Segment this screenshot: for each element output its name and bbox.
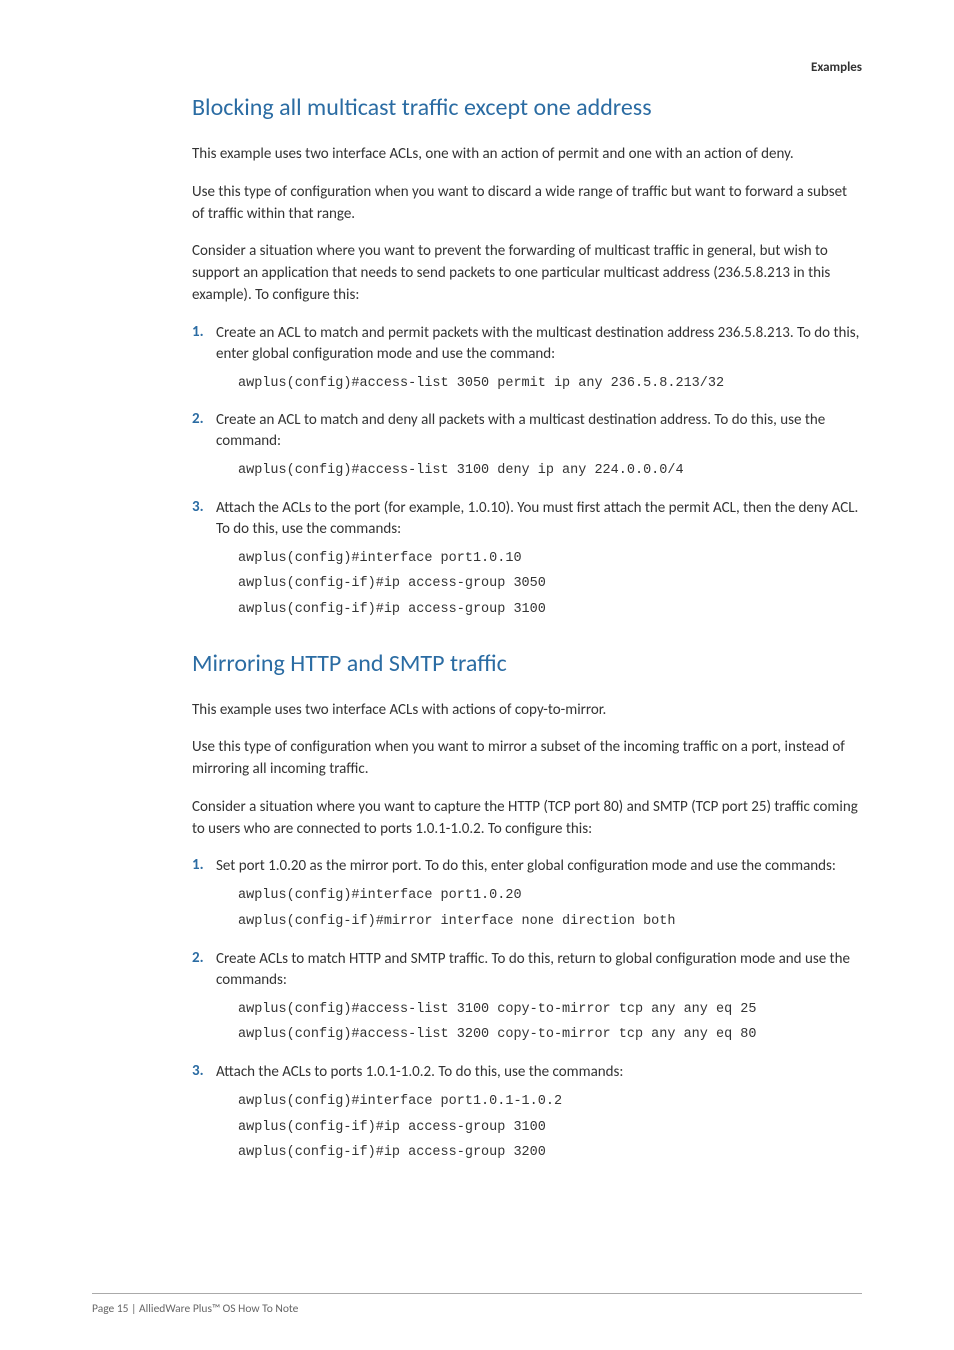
code-block: awplus(config)#interface port1.0.1-1.0.2… xyxy=(238,1089,862,1166)
step-1: 1. Set port 1.0.20 as the mirror port. T… xyxy=(192,856,862,877)
step-number: 1. xyxy=(192,856,216,877)
heading-blocking-multicast: Blocking all multicast traffic except on… xyxy=(192,93,862,122)
step-3: 3. Attach the ACLs to ports 1.0.1-1.0.2.… xyxy=(192,1062,862,1083)
step-text: Create an ACL to match and deny all pack… xyxy=(216,410,862,452)
step-number: 2. xyxy=(192,949,216,991)
step-2: 2. Create an ACL to match and deny all p… xyxy=(192,410,862,452)
para: Consider a situation where you want to c… xyxy=(192,797,862,841)
code-block: awplus(config)#interface port1.0.20 awpl… xyxy=(238,883,862,934)
step-text: Create ACLs to match HTTP and SMTP traff… xyxy=(216,949,862,991)
para: Use this type of configuration when you … xyxy=(192,182,862,226)
code-block: awplus(config)#access-list 3100 deny ip … xyxy=(238,458,862,484)
step-2: 2. Create ACLs to match HTTP and SMTP tr… xyxy=(192,949,862,991)
section-label: Examples xyxy=(192,60,862,75)
step-text: Attach the ACLs to the port (for example… xyxy=(216,498,862,540)
step-text: Attach the ACLs to ports 1.0.1-1.0.2. To… xyxy=(216,1062,862,1083)
code-block: awplus(config)#interface port1.0.10 awpl… xyxy=(238,546,862,623)
code-block: awplus(config)#access-list 3100 copy-to-… xyxy=(238,997,862,1048)
step-number: 2. xyxy=(192,410,216,452)
page-footer: Page 15 | AlliedWare Plus™ OS How To Not… xyxy=(92,1302,298,1316)
step-3: 3. Attach the ACLs to the port (for exam… xyxy=(192,498,862,540)
para: Use this type of configuration when you … xyxy=(192,737,862,781)
heading-mirroring-traffic: Mirroring HTTP and SMTP traffic xyxy=(192,649,862,678)
step-number: 1. xyxy=(192,323,216,365)
step-text: Create an ACL to match and permit packet… xyxy=(216,323,862,365)
code-block: awplus(config)#access-list 3050 permit i… xyxy=(238,371,862,397)
para: This example uses two interface ACLs wit… xyxy=(192,700,862,722)
step-1: 1. Create an ACL to match and permit pac… xyxy=(192,323,862,365)
footer-divider xyxy=(92,1293,862,1294)
step-text: Set port 1.0.20 as the mirror port. To d… xyxy=(216,856,862,877)
step-number: 3. xyxy=(192,498,216,540)
para: Consider a situation where you want to p… xyxy=(192,241,862,306)
para: This example uses two interface ACLs, on… xyxy=(192,144,862,166)
step-number: 3. xyxy=(192,1062,216,1083)
